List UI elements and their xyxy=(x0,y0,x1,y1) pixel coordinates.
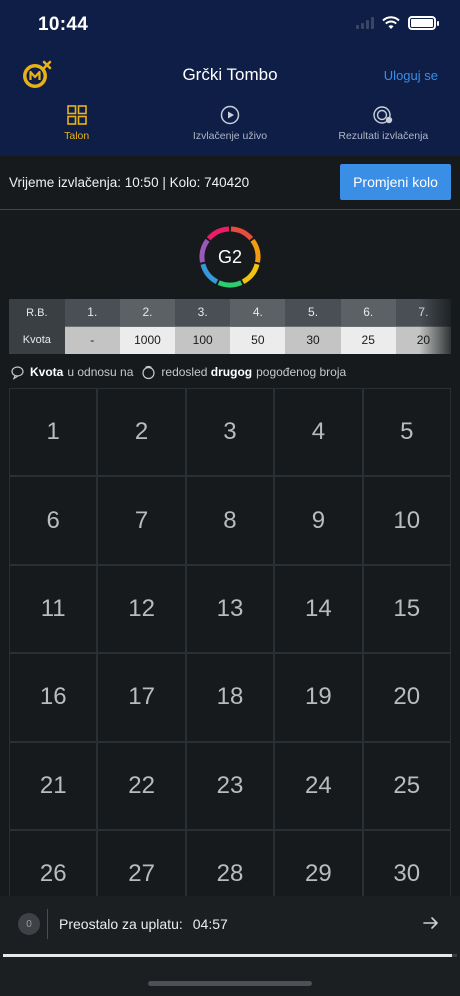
number-cell[interactable]: 6 xyxy=(9,476,98,565)
odds-kvota: 100 xyxy=(175,326,231,354)
tab-live-draw[interactable]: Izvlačenje uživo xyxy=(153,104,306,156)
number-cell[interactable]: 11 xyxy=(9,564,98,654)
tab-results[interactable]: Rezultati izvlačenja xyxy=(307,104,460,156)
number-cell[interactable]: 8 xyxy=(185,476,275,565)
change-round-button[interactable]: Promjeni kolo xyxy=(340,164,451,200)
divider xyxy=(47,909,48,939)
odds-kvota: - xyxy=(64,326,120,354)
number-cell[interactable]: 13 xyxy=(185,564,275,654)
odds-rb: 5. xyxy=(285,299,341,327)
number-cell[interactable]: 20 xyxy=(362,653,451,742)
remaining-label: Preostalo za uplatu: xyxy=(59,916,183,932)
odds-kvota: 25 xyxy=(340,326,396,354)
number-cell[interactable]: 16 xyxy=(9,653,98,742)
number-cell[interactable]: 2 xyxy=(97,388,186,477)
remaining-time: 04:57 xyxy=(192,916,228,932)
number-cell[interactable]: 15 xyxy=(362,564,451,654)
number-cell[interactable]: 23 xyxy=(185,741,275,830)
odds-kvota: 30 xyxy=(285,326,341,354)
number-cell[interactable]: 18 xyxy=(185,653,275,742)
number-cell[interactable]: 1 xyxy=(9,388,98,477)
game-badge: G2 xyxy=(196,226,264,288)
number-cell[interactable]: 17 xyxy=(97,653,186,742)
selected-count: 0 xyxy=(18,913,40,935)
legend-order: redosled xyxy=(161,365,208,379)
odds-column: 4. 50 xyxy=(230,299,286,354)
number-cell[interactable]: 22 xyxy=(97,741,186,830)
play-icon xyxy=(220,105,240,125)
odds-column: 5. 30 xyxy=(285,299,341,354)
status-time: 10:44 xyxy=(38,14,89,35)
odds-kvota-label: Kvota xyxy=(22,334,51,347)
legend-in-relation: u odnosu na xyxy=(67,365,134,379)
tab-label: Rezultati izvlačenja xyxy=(338,130,429,142)
results-icon xyxy=(373,106,393,124)
number-cell[interactable]: 9 xyxy=(274,476,363,565)
odds-rb: 4. xyxy=(230,299,286,327)
tab-bar: Talon Izvlačenje uživo Rezultati izvlače… xyxy=(0,104,460,156)
odds-legend: Kvota u odnosu na redosled drugog pogođen… xyxy=(10,362,346,382)
home-indicator xyxy=(148,981,312,986)
tab-talon[interactable]: Talon xyxy=(0,104,153,156)
odds-kvota: 50 xyxy=(230,326,286,354)
number-cell[interactable]: 14 xyxy=(274,564,363,654)
odds-rb: 1. xyxy=(64,299,120,327)
number-cell[interactable]: 5 xyxy=(362,388,451,477)
number-cell[interactable]: 3 xyxy=(185,388,275,477)
odds-rb: 2. xyxy=(119,299,176,327)
odds-column: 3. 100 xyxy=(175,299,231,354)
draw-info-row: Vrijeme izvlačenja: 10:50 | Kolo: 740420… xyxy=(0,156,460,210)
signal-icon xyxy=(356,17,374,29)
odds-rb-label: R.B. xyxy=(26,306,48,319)
wifi-icon xyxy=(382,16,400,29)
scroll-fade xyxy=(419,299,451,354)
tab-label: Talon xyxy=(64,130,90,142)
odds-column: 2. 1000 xyxy=(119,299,176,354)
bubble-icon xyxy=(11,365,24,380)
legend-hit: pogođenog broja xyxy=(256,365,347,379)
odds-header: R.B. Kvota xyxy=(9,299,65,354)
number-grid: 1 2 3 4 5 6 7 8 9 10 11 12 13 14 15 16 17 18 19 20 21 22 23 24 2… xyxy=(9,388,451,919)
odds-column: 1. - xyxy=(64,299,120,354)
number-cell[interactable]: 21 xyxy=(9,741,98,830)
odds-column: 6. 25 xyxy=(340,299,396,354)
ball-icon xyxy=(142,365,156,379)
legend-kvota: Kvota xyxy=(30,365,64,379)
arrow-right-icon[interactable] xyxy=(422,914,440,932)
number-cell[interactable]: 7 xyxy=(97,476,186,565)
number-cell[interactable]: 10 xyxy=(362,476,451,565)
game-badge-label: G2 xyxy=(217,246,242,267)
tab-label: Izvlačenje uživo xyxy=(192,130,268,142)
battery-icon xyxy=(408,16,439,30)
remaining-time-row: Preostalo za uplatu: 04:57 xyxy=(59,916,228,932)
status-icons xyxy=(356,16,439,30)
number-cell[interactable]: 12 xyxy=(97,564,186,654)
odds-table[interactable]: R.B. Kvota 1. - 2. 1000 3. 100 4. 50 5. 30 6.… xyxy=(9,299,451,354)
number-cell[interactable]: 4 xyxy=(274,388,363,477)
number-cell[interactable]: 19 xyxy=(274,653,363,742)
odds-kvota: 1000 xyxy=(119,326,176,354)
odds-rb: 3. xyxy=(175,299,231,327)
odds-rb: 6. xyxy=(340,299,396,327)
time-progress-bar xyxy=(3,954,457,957)
number-cell[interactable]: 24 xyxy=(274,741,363,830)
login-link[interactable]: Uloguj se xyxy=(384,68,438,83)
grid-icon xyxy=(66,105,87,125)
bottom-bar: 0 Preostalo za uplatu: 04:57 xyxy=(0,896,460,996)
header: 10:44 Grčki Tombo Uloguj se Talon Izvlač… xyxy=(0,0,460,156)
legend-second: drugog xyxy=(210,365,253,379)
number-cell[interactable]: 25 xyxy=(362,741,451,830)
draw-info: Vrijeme izvlačenja: 10:50 | Kolo: 740420 xyxy=(9,175,250,190)
